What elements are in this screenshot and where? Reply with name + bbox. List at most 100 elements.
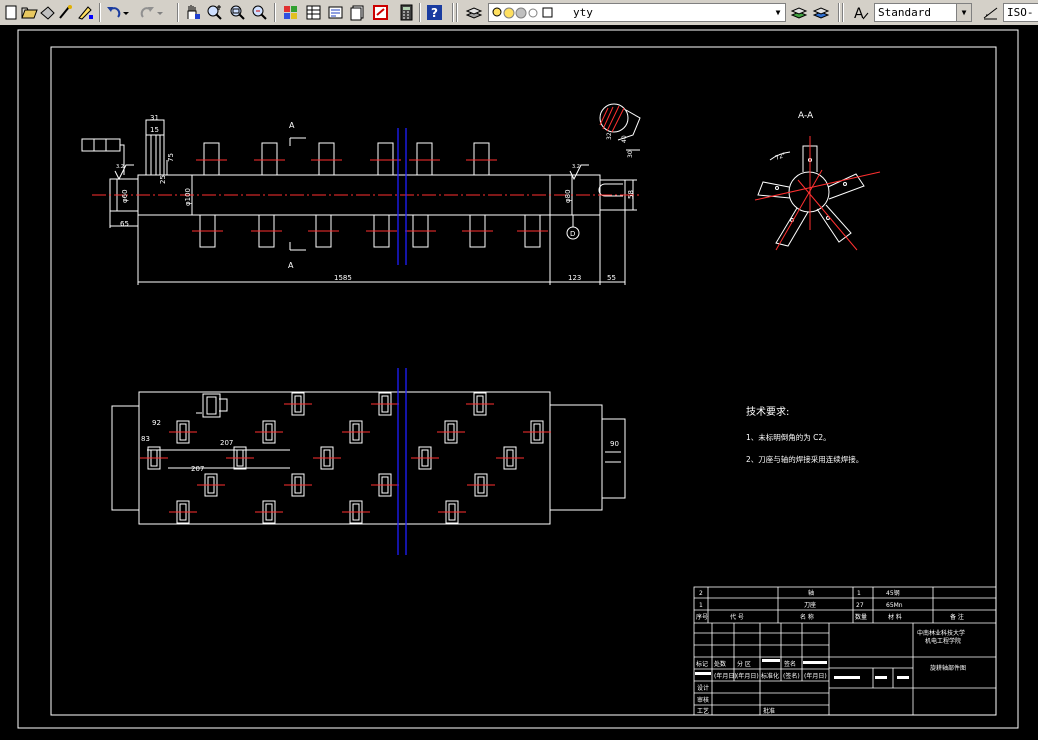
title-block bbox=[693, 586, 997, 716]
dim-32: 32 bbox=[606, 132, 613, 140]
dim-75: 75 bbox=[167, 153, 175, 162]
tb-school-2: 机电工程学院 bbox=[925, 637, 961, 645]
svg-text:A: A bbox=[854, 6, 864, 22]
tb-header-note: 备 注 bbox=[950, 613, 964, 621]
text-style-icon[interactable]: A bbox=[851, 3, 870, 22]
pan-icon[interactable] bbox=[183, 3, 202, 22]
dim-83: 83 bbox=[141, 435, 150, 443]
dim-58: 58 bbox=[627, 190, 635, 199]
tb-label-signed: (签名) bbox=[783, 672, 800, 680]
redo-icon[interactable] bbox=[138, 3, 157, 22]
top-view-break bbox=[397, 368, 407, 555]
zoom-window-icon[interactable] bbox=[228, 3, 247, 22]
standard-toolbar: ? yty ▼ A Standard ▼ ISO-2 bbox=[0, 0, 1038, 36]
markup-icon[interactable] bbox=[371, 3, 390, 22]
dim-phi60: φ60 bbox=[121, 189, 129, 203]
title-block-text: 2 轴 1 45钢 1 刀座 27 65Mn 序号 代 号 名 称 数量 材 料… bbox=[696, 589, 966, 715]
tb-label-count: 处数 bbox=[714, 660, 726, 668]
tb-label-zone: 分 区 bbox=[737, 660, 751, 668]
tb-header-no: 序号 bbox=[696, 613, 708, 621]
tb-label-process: 工艺 bbox=[697, 707, 709, 715]
open-icon[interactable] bbox=[20, 3, 39, 22]
tb-row2-no: 2 bbox=[699, 590, 703, 597]
blade-detail bbox=[599, 103, 641, 151]
tb-label-std: 标准化 bbox=[761, 672, 779, 680]
front-dimensions: 31 15 75 25 φ60 φ100 65 1585 123 55 φ80 … bbox=[116, 114, 635, 282]
layer-previous-icon[interactable] bbox=[812, 3, 831, 22]
section-mark-top: A bbox=[289, 121, 295, 130]
dim-style-dropdown[interactable]: ISO-2 bbox=[1003, 3, 1038, 36]
new-icon[interactable] bbox=[2, 3, 21, 22]
dim-40: 40 bbox=[621, 135, 628, 143]
roughness-left: 3.2 bbox=[116, 164, 124, 170]
layer-dropdown[interactable]: yty ▼ bbox=[488, 3, 786, 22]
undo-dropdown-icon[interactable] bbox=[122, 3, 130, 22]
dim-207-a: 207 bbox=[220, 439, 233, 447]
tb-drawing-name: 旋耕轴部件图 bbox=[930, 664, 966, 672]
section-marks bbox=[289, 137, 306, 251]
dimension-style-icon[interactable] bbox=[981, 3, 1000, 22]
help-icon[interactable]: ? bbox=[425, 3, 444, 22]
zoom-realtime-icon[interactable] bbox=[205, 3, 224, 22]
tb-row1-qty: 27 bbox=[856, 602, 864, 609]
make-current-layer-icon[interactable] bbox=[790, 3, 809, 22]
dim-123: 123 bbox=[568, 274, 581, 282]
tb-row2-material: 45钢 bbox=[886, 589, 900, 597]
layer-manager-icon[interactable] bbox=[465, 3, 484, 22]
layer-state-icons bbox=[492, 7, 553, 19]
section-mark-bottom: A bbox=[288, 261, 294, 270]
layer-name: yty bbox=[573, 6, 593, 19]
tb-label-check: 审核 bbox=[697, 696, 709, 704]
chevron-down-icon[interactable]: ▼ bbox=[956, 4, 971, 21]
datum-label: D bbox=[570, 230, 575, 238]
front-view bbox=[81, 119, 637, 285]
calculator-icon[interactable] bbox=[397, 3, 416, 22]
match-properties-icon[interactable] bbox=[56, 3, 75, 22]
paint-icon[interactable] bbox=[76, 3, 95, 22]
text-style-value: Standard bbox=[878, 6, 931, 19]
tb-header-qty: 数量 bbox=[855, 613, 867, 621]
dim-207-b: 207 bbox=[191, 465, 204, 473]
tech-req-item-2: 2、刀座与轴的焊接采用连续焊接。 bbox=[746, 454, 863, 464]
dim-25: 25 bbox=[159, 175, 167, 184]
tech-req-item-1: 1、未标明倒角的为 C2。 bbox=[746, 432, 831, 442]
tb-row2-qty: 1 bbox=[857, 590, 861, 597]
tb-header-material: 材 料 bbox=[888, 613, 902, 621]
tb-label-design: 设计 bbox=[697, 684, 709, 692]
save-icon[interactable] bbox=[38, 3, 57, 22]
properties-icon[interactable] bbox=[281, 3, 300, 22]
dim-15: 15 bbox=[150, 126, 159, 134]
tb-row2-name: 轴 bbox=[808, 589, 814, 597]
svg-text:?: ? bbox=[431, 6, 438, 20]
text-style-dropdown[interactable]: Standard ▼ bbox=[874, 3, 972, 22]
chevron-down-icon[interactable]: ▼ bbox=[771, 4, 785, 21]
dim-1585: 1585 bbox=[334, 274, 352, 282]
dim-phi100: φ100 bbox=[184, 188, 192, 206]
zoom-previous-icon[interactable] bbox=[250, 3, 269, 22]
drawing-canvas[interactable]: A A 31 15 75 25 φ60 φ100 65 1585 123 55 … bbox=[0, 25, 1038, 740]
tb-row1-material: 65Mn bbox=[886, 602, 903, 609]
dim-65: 65 bbox=[120, 220, 129, 228]
design-center-icon[interactable] bbox=[304, 3, 323, 22]
tb-label-date: (年月日) bbox=[714, 672, 737, 680]
cad-drawing: A A 31 15 75 25 φ60 φ100 65 1585 123 55 … bbox=[17, 29, 1019, 729]
tb-header-name: 名 称 bbox=[800, 613, 814, 621]
tool-palettes-icon[interactable] bbox=[326, 3, 345, 22]
dim-90: 90 bbox=[610, 440, 619, 448]
tb-school-1: 中南林业科技大学 bbox=[917, 629, 965, 637]
undo-icon[interactable] bbox=[104, 3, 123, 22]
redo-dropdown-icon[interactable] bbox=[156, 3, 164, 22]
tb-label-mark: 标记 bbox=[696, 660, 708, 668]
tb-header-code: 代 号 bbox=[730, 613, 744, 621]
dim-72deg: 72° bbox=[774, 152, 786, 162]
dim-31: 31 bbox=[150, 114, 159, 122]
tb-label-ymd-b: (年月日) bbox=[804, 672, 827, 680]
break-lines-front bbox=[397, 128, 407, 265]
tech-req-title: 技术要求: bbox=[746, 405, 789, 418]
tb-label-sign: 签名 bbox=[784, 660, 796, 668]
dim-30: 30 bbox=[627, 150, 634, 158]
sheet-set-icon[interactable] bbox=[348, 3, 367, 22]
tb-row1-name: 刀座 bbox=[804, 601, 816, 609]
tb-label-approve: 批准 bbox=[763, 707, 775, 715]
tb-label-ymd-a: (年月日) bbox=[736, 672, 759, 680]
